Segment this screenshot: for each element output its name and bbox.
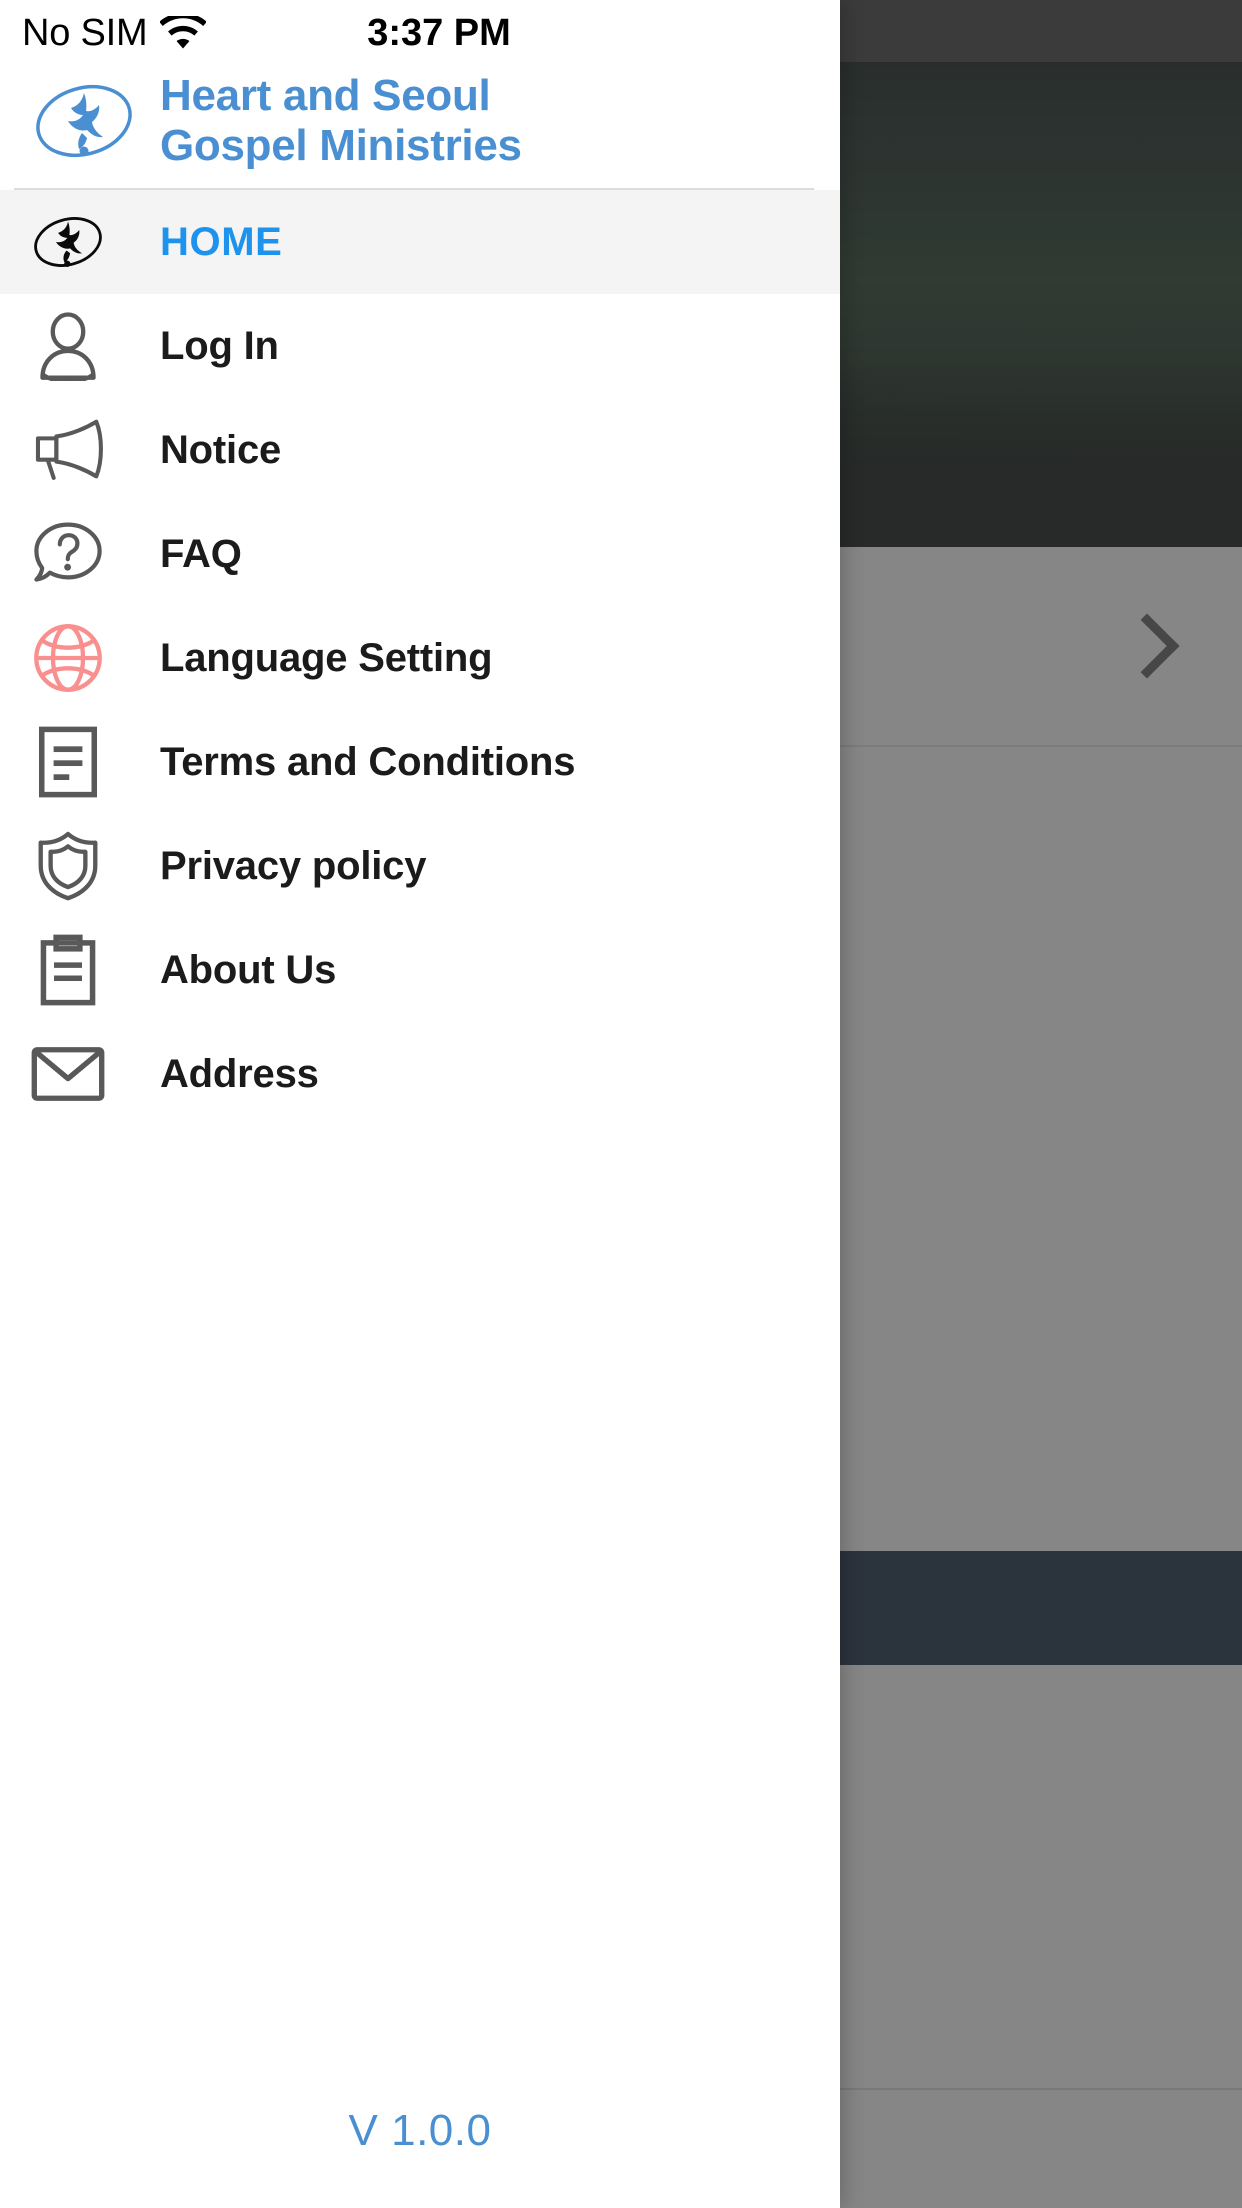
app-version-label: V 1.0.0	[348, 2106, 492, 2155]
sidebar-item-log-in[interactable]: Log In	[0, 294, 840, 398]
status-bar: No SIM 3:37 PM	[0, 0, 840, 62]
dove-logo-icon	[12, 209, 124, 275]
dimmed-status-strip	[840, 0, 1242, 62]
dove-in-ellipse-logo	[30, 75, 138, 167]
brand-header: Heart and Seoul Gospel Ministries	[0, 62, 840, 180]
app-screen: 일본어 방송을 . and Japanese 三. 本語放送を 1:15:	[0, 0, 1242, 2208]
globe-icon	[12, 623, 124, 693]
sidebar-item-label: About Us	[160, 947, 337, 992]
sidebar-item-home[interactable]: HOME	[0, 190, 840, 294]
navigation-drawer: No SIM 3:37 PM Heart and Seoul Gospel Mi…	[0, 0, 840, 2208]
sidebar-item-label: Language Setting	[160, 635, 493, 680]
sidebar-item-address[interactable]: Address	[0, 1022, 840, 1126]
question-bubble-icon	[12, 522, 124, 586]
sidebar-item-language-setting[interactable]: Language Setting	[0, 606, 840, 710]
sidebar-item-privacy-policy[interactable]: Privacy policy	[0, 814, 840, 918]
sidebar-item-label: Terms and Conditions	[160, 739, 576, 784]
megaphone-icon	[12, 419, 124, 481]
sidebar-item-notice[interactable]: Notice	[0, 398, 840, 502]
document-icon	[12, 726, 124, 798]
sidebar-item-label: Address	[160, 1051, 319, 1096]
shield-icon	[12, 830, 124, 902]
person-icon	[12, 311, 124, 381]
sidebar-item-label: FAQ	[160, 531, 242, 576]
sidebar-item-label: Notice	[160, 427, 282, 472]
clock-label: 3:37 PM	[367, 12, 511, 54]
clipboard-icon	[12, 934, 124, 1006]
brand-title: Heart and Seoul Gospel Ministries	[160, 71, 522, 171]
envelope-icon	[12, 1045, 124, 1103]
brand-title-line2: Gospel Ministries	[160, 121, 522, 170]
sidebar-item-label: Log In	[160, 323, 279, 368]
sidebar-item-about-us[interactable]: About Us	[0, 918, 840, 1022]
brand-title-line1: Heart and Seoul	[160, 70, 491, 120]
sidebar-item-label: Privacy policy	[160, 843, 427, 888]
sidebar-item-faq[interactable]: FAQ	[0, 502, 840, 606]
sidebar-item-label: HOME	[160, 219, 283, 264]
sidebar-item-terms-and-conditions[interactable]: Terms and Conditions	[0, 710, 840, 814]
